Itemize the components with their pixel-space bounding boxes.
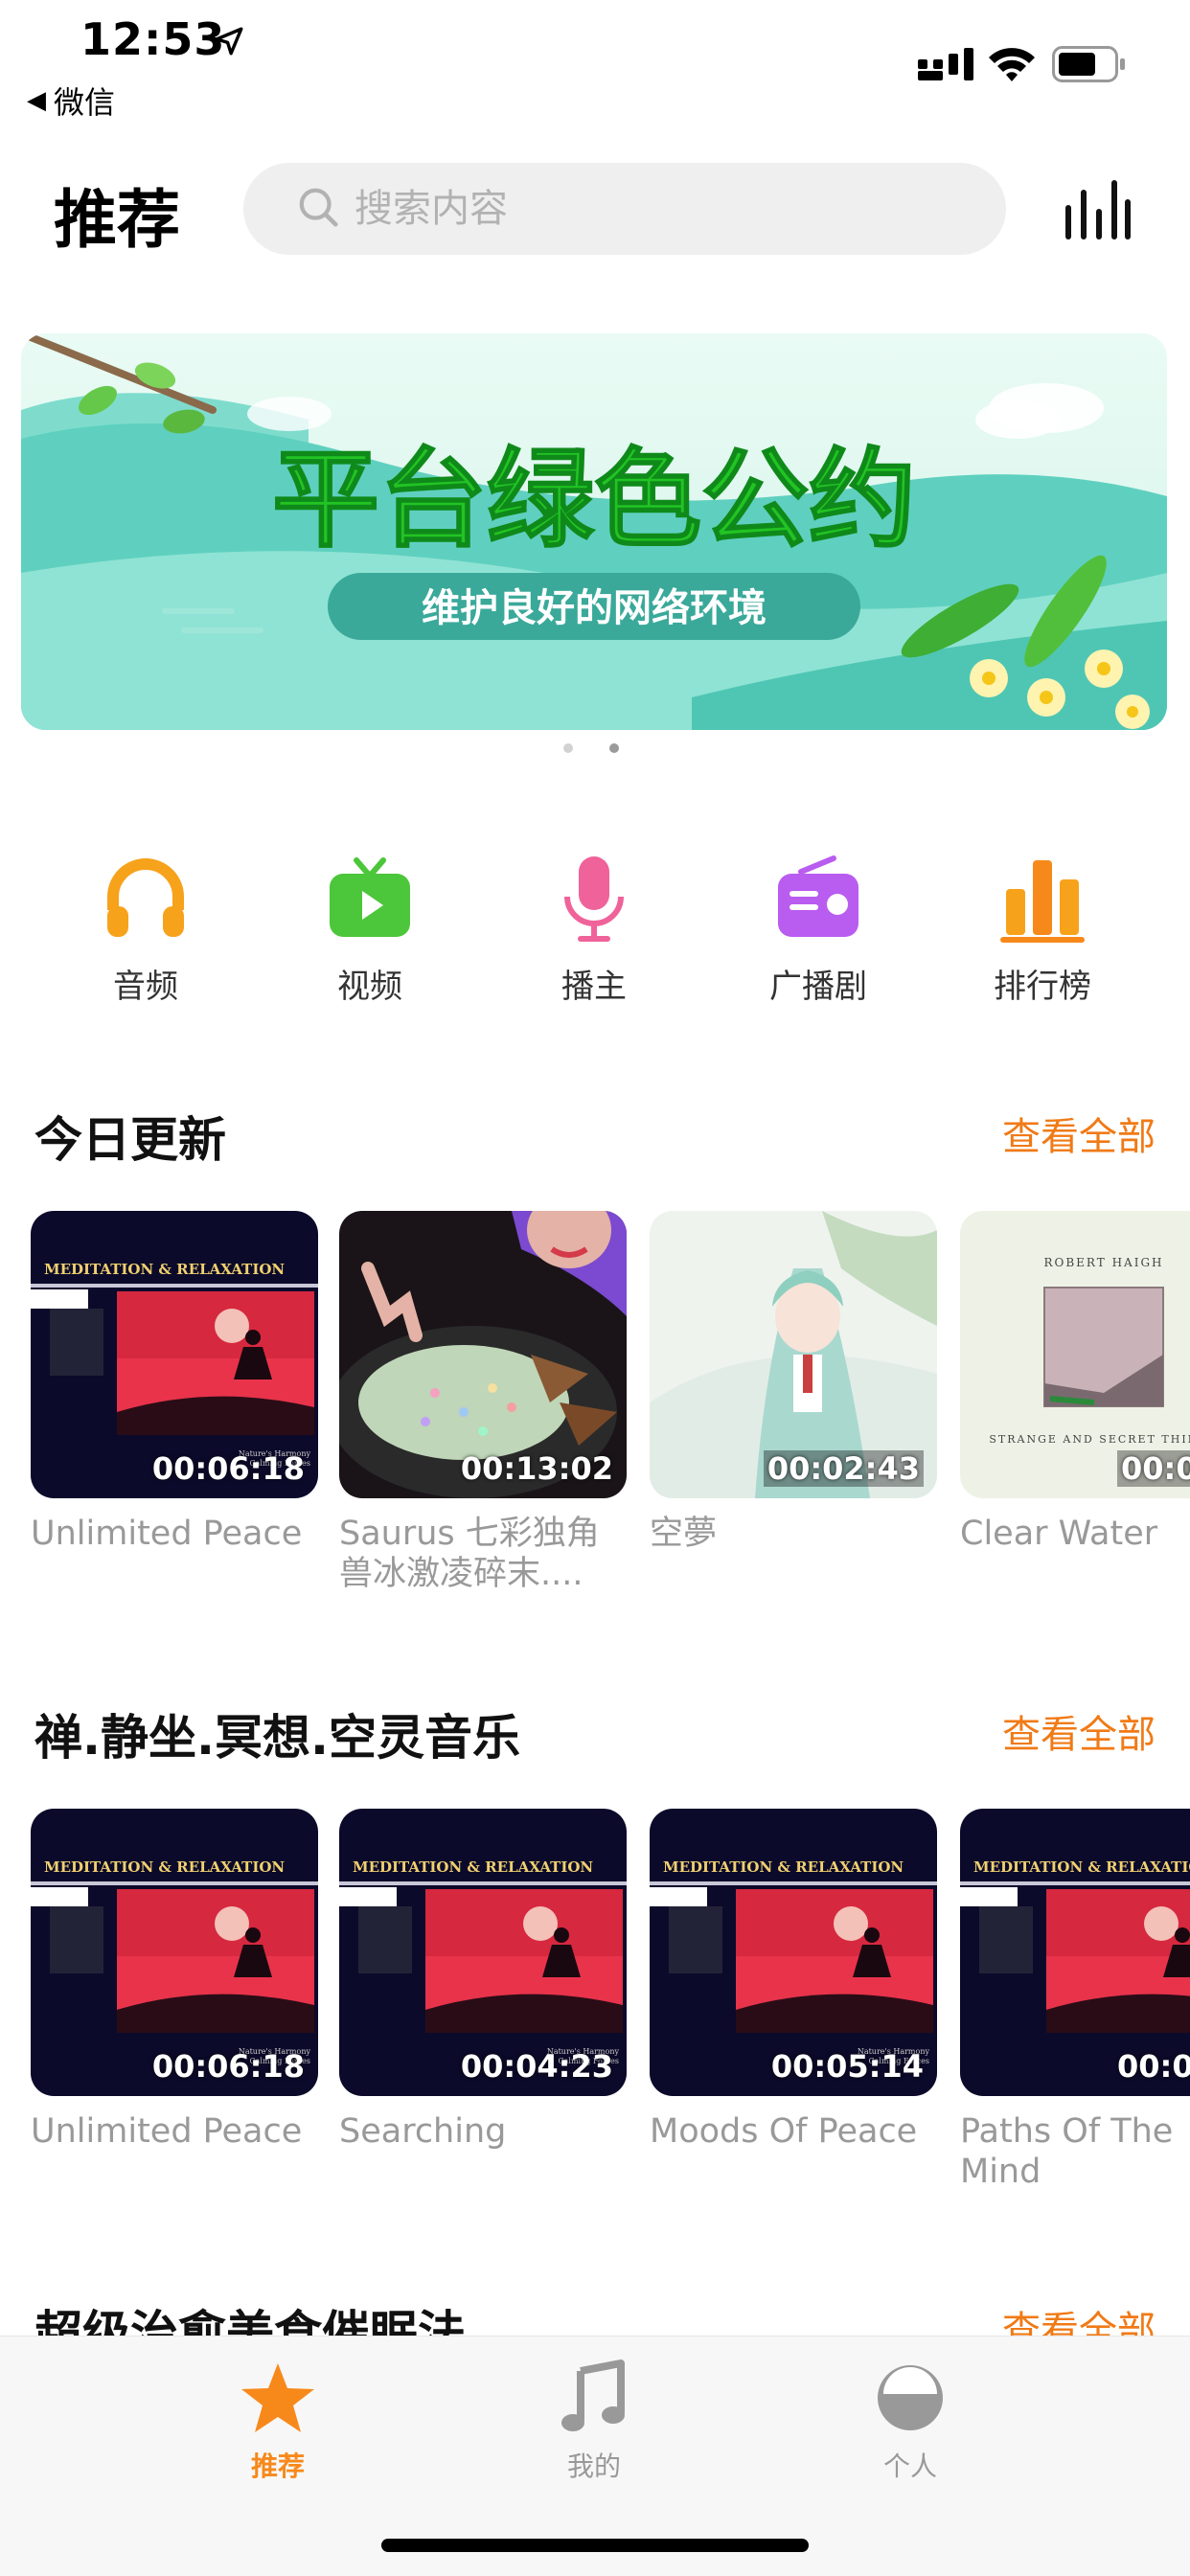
tab-recommend[interactable]: 推荐 [182, 2358, 374, 2484]
microphone-icon [564, 856, 624, 942]
status-time: 12:53 [80, 13, 226, 65]
category-audio[interactable]: 音频 [50, 853, 241, 1007]
media-card[interactable]: MEDITATION & RELAXATION Nature's Harmony… [650, 1809, 937, 2152]
cover-text: ROBERT HAIGH [1043, 1256, 1163, 1269]
media-card[interactable]: MEDITATION & RELAXATION 00:05 Paths Of T… [960, 1809, 1190, 2192]
category-host[interactable]: 播主 [498, 853, 690, 1007]
back-triangle-icon: ◀ [27, 86, 46, 115]
media-title: Paths Of The Mind [960, 2112, 1174, 2191]
cover-text: MEDITATION & RELAXATION [44, 1858, 285, 1876]
duration-label: 00:06:18 [151, 1450, 305, 1487]
radio-icon [778, 855, 858, 937]
media-thumbnail: 00:13:02 [339, 1211, 627, 1498]
location-arrow-icon [215, 27, 243, 56]
banner-pagination [563, 741, 627, 755]
duration-label: 00:03 [1117, 1450, 1190, 1487]
media-thumbnail: MEDITATION & RELAXATION Nature's Harmony… [31, 1809, 318, 2096]
banner-headline: 平台绿色公约 [272, 438, 916, 562]
section-title-today: 今日更新 [34, 1112, 226, 1168]
media-title: Unlimited Peace [31, 1515, 303, 1553]
home-indicator[interactable] [381, 2539, 809, 2552]
tab-profile[interactable]: 个人 [814, 2358, 1006, 2484]
equalizer-stats-icon[interactable] [1064, 180, 1131, 241]
category-label: 视频 [337, 968, 402, 1006]
media-card[interactable]: MEDITATION & RELAXATION Nature's Harmony… [339, 1809, 627, 2152]
search-bar[interactable] [243, 163, 1006, 255]
duration-label: 00:04:23 [460, 2048, 613, 2085]
duration-label: 00:02:43 [763, 1450, 924, 1487]
media-title: Saurus 七彩独角兽冰激凌碎末.... [339, 1515, 600, 1593]
search-icon [299, 188, 338, 227]
media-thumbnail: MEDITATION & RELAXATION Nature's Harmony… [31, 1211, 318, 1498]
banner-dot[interactable] [563, 743, 573, 753]
headphones-icon [107, 858, 184, 937]
media-card[interactable]: MEDITATION & RELAXATION Nature's Harmony… [31, 1211, 318, 1554]
media-card[interactable]: MEDITATION & RELAXATION Nature's Harmony… [31, 1809, 318, 2152]
media-title: 空夢 [650, 1515, 718, 1553]
media-thumbnail: 00:02:43 [650, 1211, 937, 1498]
music-note-icon [561, 2359, 625, 2431]
duration-label: 00:05 [1117, 2048, 1190, 2085]
media-title: Clear Water [960, 1515, 1158, 1553]
category-label: 排行榜 [994, 968, 1091, 1006]
media-card[interactable]: ROBERT HAIGH STRANGE AND SECRET THINGS 0… [960, 1211, 1190, 1554]
tab-label: 推荐 [250, 2451, 305, 2482]
tab-mine[interactable]: 我的 [498, 2358, 690, 2484]
category-label: 广播剧 [769, 968, 867, 1006]
section-title-meditation: 禅.静坐.冥想.空灵音乐 [34, 1710, 520, 1766]
see-all-button[interactable]: 查看全部 [1002, 1703, 1156, 1759]
back-to-app-button[interactable]: ◀ 微信 [27, 79, 115, 123]
search-input[interactable] [355, 184, 929, 234]
media-thumbnail: ROBERT HAIGH STRANGE AND SECRET THINGS 0… [960, 1211, 1190, 1498]
media-title: Searching [339, 2112, 507, 2151]
cover-text: STRANGE AND SECRET THINGS [989, 1433, 1190, 1446]
tab-label: 我的 [566, 2451, 621, 2482]
cover-text: MEDITATION & RELAXATION [353, 1858, 593, 1876]
cover-text: MEDITATION & RELAXATION [973, 1858, 1190, 1876]
duration-label: 00:05:14 [770, 2048, 924, 2085]
star-icon [241, 2363, 314, 2432]
category-radio-drama[interactable]: 广播剧 [722, 853, 914, 1007]
category-ranking[interactable]: 排行榜 [947, 853, 1138, 1007]
wifi-icon [989, 48, 1035, 81]
media-card[interactable]: 00:02:43 空夢 [650, 1211, 937, 1554]
duration-label: 00:13:02 [460, 1450, 613, 1487]
media-thumbnail: MEDITATION & RELAXATION Nature's Harmony… [650, 1809, 937, 2096]
profile-icon [878, 2365, 943, 2430]
media-thumbnail: MEDITATION & RELAXATION 00:05 [960, 1809, 1190, 2096]
battery-icon [1052, 46, 1125, 82]
banner-illustration: 维护良好的网络环境 平台绿色公约 [21, 333, 1167, 730]
ranking-bars-icon [1000, 860, 1085, 943]
media-card[interactable]: 00:13:02 Saurus 七彩独角兽冰激凌碎末.... [339, 1211, 627, 1594]
promo-banner[interactable]: 维护良好的网络环境 平台绿色公约 [21, 333, 1167, 730]
cover-text: MEDITATION & RELAXATION [44, 1261, 285, 1278]
category-label: 音频 [113, 968, 178, 1006]
cellular-signal-icon [918, 48, 973, 80]
banner-dot-active[interactable] [609, 743, 619, 753]
page-title: 推荐 [54, 183, 180, 257]
tv-icon [330, 857, 410, 937]
duration-label: 00:06:18 [151, 2048, 305, 2085]
media-title: Unlimited Peace [31, 2112, 303, 2151]
cover-text: MEDITATION & RELAXATION [663, 1858, 904, 1876]
category-video[interactable]: 视频 [274, 853, 466, 1007]
category-label: 播主 [561, 968, 627, 1006]
tab-label: 个人 [882, 2451, 937, 2482]
media-thumbnail: MEDITATION & RELAXATION Nature's Harmony… [339, 1809, 627, 2096]
see-all-button[interactable]: 查看全部 [1002, 1106, 1156, 1161]
back-app-label: 微信 [54, 84, 116, 121]
banner-subline: 维护良好的网络环境 [422, 586, 767, 630]
media-title: Moods Of Peace [650, 2112, 918, 2151]
